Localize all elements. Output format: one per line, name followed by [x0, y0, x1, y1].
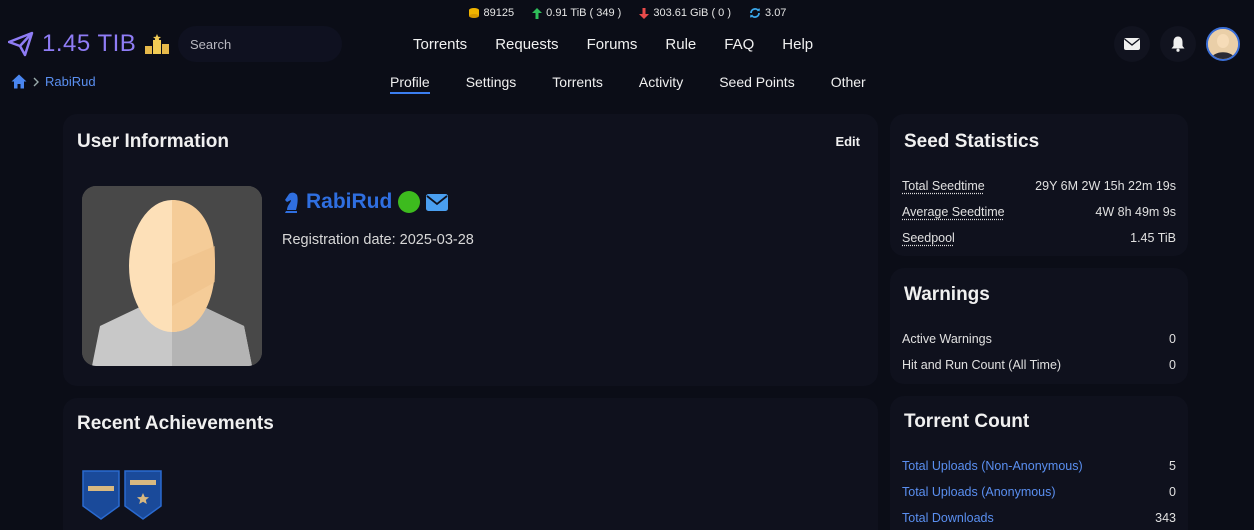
uploads-non-anonymous-link[interactable]: Total Uploads (Non-Anonymous): [902, 459, 1083, 473]
recent-achievements-card: Recent Achievements: [63, 398, 878, 530]
total-downloads-value: 343: [1155, 511, 1176, 525]
profile-picture: [82, 186, 262, 366]
chess-knight-icon: [285, 192, 298, 213]
download-stat[interactable]: 303.61 GiB ( 0 ): [639, 7, 731, 19]
tab-activity[interactable]: Activity: [639, 74, 683, 94]
seedpool-value: 1.45 TiB: [1130, 231, 1176, 245]
stat-row: Seedpool 1.45 TiB: [902, 231, 1176, 245]
tab-seed-points[interactable]: Seed Points: [719, 74, 795, 94]
search-box[interactable]: [178, 26, 342, 62]
stat-row: Total Uploads (Non-Anonymous) 5: [902, 459, 1176, 473]
registration-date: Registration date: 2025-03-28: [282, 232, 474, 248]
nav-forums[interactable]: Forums: [587, 36, 638, 53]
user-information-card: User Information Edit RabiRud Registrati…: [63, 114, 878, 386]
profile-tabs: Profile Settings Torrents Activity Seed …: [390, 74, 902, 94]
total-seedtime-value: 29Y 6M 2W 15h 22m 19s: [1035, 179, 1176, 193]
total-seedtime-label: Total Seedtime: [902, 179, 985, 193]
podium-icon: [145, 34, 170, 54]
stat-row: Total Seedtime 29Y 6M 2W 15h 22m 19s: [902, 179, 1176, 193]
upload-stat[interactable]: 0.91 TiB ( 349 ): [532, 7, 621, 19]
logo-text: 1.45 TIB: [42, 30, 137, 57]
ratio-value: 3.07: [765, 7, 787, 19]
achievement-badge-icon[interactable]: [82, 470, 120, 520]
stat-row: Total Uploads (Anonymous) 0: [902, 485, 1176, 499]
stat-row: Average Seedtime 4W 8h 49m 9s: [902, 205, 1176, 219]
stat-row: Hit and Run Count (All Time) 0: [902, 358, 1176, 372]
paper-plane-icon: [8, 31, 34, 57]
site-logo[interactable]: 1.45 TIB: [8, 30, 170, 58]
achievement-badges: [82, 470, 162, 520]
ratio-stat[interactable]: 3.07: [749, 7, 786, 19]
tab-torrents[interactable]: Torrents: [552, 74, 603, 94]
notifications-button[interactable]: [1160, 26, 1196, 62]
username[interactable]: RabiRud: [306, 190, 392, 214]
nav-torrents[interactable]: Torrents: [413, 36, 467, 53]
torrent-count-title: Torrent Count: [904, 411, 1030, 432]
main-nav: Torrents Requests Forums Rule FAQ Help: [413, 36, 841, 53]
active-warnings-value: 0: [1169, 332, 1176, 346]
bell-icon: [1171, 36, 1185, 52]
username-row: RabiRud: [282, 190, 449, 214]
breadcrumb-current[interactable]: RabiRud: [45, 74, 96, 89]
sync-icon: [750, 8, 761, 18]
seedpool-label: Seedpool: [902, 231, 955, 245]
average-seedtime-label: Average Seedtime: [902, 205, 1005, 219]
bonus-stat[interactable]: 89125: [468, 7, 515, 19]
hit-and-run-label: Hit and Run Count (All Time): [902, 358, 1062, 372]
uploads-anonymous-link[interactable]: Total Uploads (Anonymous): [902, 485, 1056, 499]
arrow-up-icon: [532, 7, 543, 19]
torrent-count-card: Torrent Count Total Uploads (Non-Anonymo…: [890, 396, 1188, 530]
tab-settings[interactable]: Settings: [466, 74, 517, 94]
arrow-down-icon: [639, 7, 650, 19]
home-icon[interactable]: [11, 74, 27, 89]
nav-rule[interactable]: Rule: [665, 36, 696, 53]
user-information-title: User Information: [77, 131, 230, 152]
nav-faq[interactable]: FAQ: [724, 36, 754, 53]
stat-row: Active Warnings 0: [902, 332, 1176, 346]
breadcrumb: RabiRud: [11, 74, 96, 89]
avatar-image: [1208, 29, 1238, 59]
download-value: 303.61 GiB ( 0 ): [653, 7, 732, 19]
hit-and-run-value: 0: [1169, 358, 1176, 372]
warnings-title: Warnings: [904, 284, 990, 305]
site-header: 1.45 TIB Torrents Requests Forums Rule F…: [0, 26, 1254, 66]
edit-button[interactable]: Edit: [835, 134, 860, 149]
uploads-non-anonymous-value: 5: [1169, 459, 1176, 473]
warnings-card: Warnings Active Warnings 0 Hit and Run C…: [890, 268, 1188, 384]
search-input[interactable]: [190, 36, 330, 52]
achievement-star-badge-icon[interactable]: [124, 470, 162, 520]
uploads-anonymous-value: 0: [1169, 485, 1176, 499]
seed-statistics-card: Seed Statistics Total Seedtime 29Y 6M 2W…: [890, 114, 1188, 256]
bonus-value: 89125: [483, 7, 515, 19]
messages-button[interactable]: [1114, 26, 1150, 62]
chevron-right-icon: [33, 77, 39, 86]
upload-value: 0.91 TiB ( 349 ): [546, 7, 622, 19]
tab-other[interactable]: Other: [831, 74, 866, 94]
active-warnings-label: Active Warnings: [902, 332, 992, 346]
seed-statistics-title: Seed Statistics: [904, 131, 1040, 152]
coins-icon: [468, 8, 479, 18]
nav-requests[interactable]: Requests: [495, 36, 558, 53]
header-actions: [1114, 26, 1240, 62]
tab-profile[interactable]: Profile: [390, 74, 430, 94]
stat-row: Total Downloads 343: [902, 511, 1176, 525]
average-seedtime-value: 4W 8h 49m 9s: [1095, 205, 1176, 219]
user-avatar[interactable]: [1206, 27, 1240, 61]
envelope-icon: [1124, 38, 1140, 50]
stats-bar: 89125 0.91 TiB ( 349 ) 303.61 GiB ( 0 ) …: [0, 0, 1254, 26]
send-message-icon[interactable]: [426, 193, 449, 211]
online-status-icon: [398, 191, 421, 213]
recent-achievements-title: Recent Achievements: [77, 413, 274, 434]
default-user-avatar: [82, 186, 262, 366]
nav-help[interactable]: Help: [782, 36, 813, 53]
total-downloads-link[interactable]: Total Downloads: [902, 511, 994, 525]
